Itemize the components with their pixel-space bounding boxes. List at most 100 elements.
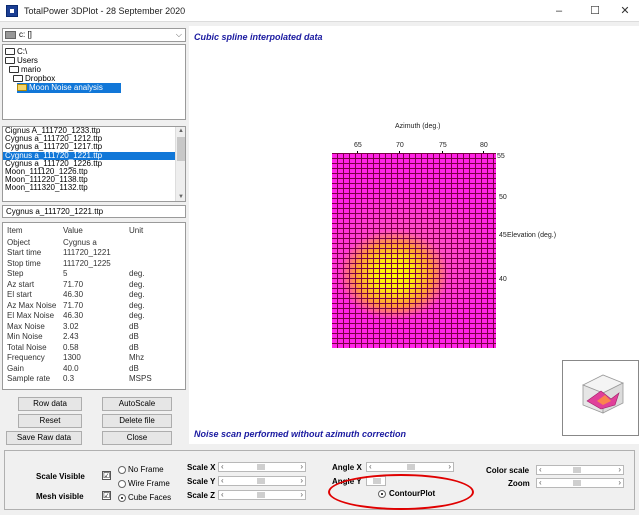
slider-left-icon[interactable]: ‹ <box>539 478 542 487</box>
cell-item: Step <box>7 269 24 278</box>
mesh-visible-label: Mesh visible <box>36 492 84 501</box>
drive-select[interactable]: c: [] ⌵ <box>2 28 186 42</box>
delete-file-button[interactable]: Delete file <box>102 414 172 428</box>
heatmap-surface[interactable] <box>332 153 496 348</box>
scrollbar-thumb[interactable] <box>177 137 185 161</box>
wire-frame-radio[interactable] <box>118 480 126 488</box>
slider-right-icon[interactable]: › <box>448 462 451 471</box>
close-window-button[interactable]: ✕ <box>614 3 636 19</box>
slider-left-icon[interactable]: ‹ <box>221 462 224 471</box>
slider-thumb[interactable] <box>257 478 265 484</box>
cell-unit: MSPS <box>129 374 152 383</box>
wire-frame-label: Wire Frame <box>128 479 170 488</box>
reset-button[interactable]: Reset <box>18 414 82 428</box>
x-tick-label: 80 <box>480 142 488 149</box>
cell-item: Sample rate <box>7 374 51 383</box>
directory-label: Users <box>17 56 38 65</box>
cell-item: Start time <box>7 248 42 257</box>
no-frame-radio[interactable] <box>118 466 126 474</box>
angle-x-label: Angle X <box>332 463 362 472</box>
cell-item: El Max Noise <box>7 311 55 320</box>
cell-value: 46.30 <box>63 311 84 320</box>
slider-thumb[interactable] <box>407 464 415 470</box>
plot-note: Noise scan performed without azimuth cor… <box>194 429 407 439</box>
save-raw-data-button[interactable]: Save Raw data <box>6 431 82 445</box>
slider-right-icon[interactable]: › <box>618 465 621 474</box>
x-tick-label: 70 <box>396 142 404 149</box>
scale-x-label: Scale X <box>187 463 216 472</box>
cell-value: 71.70 <box>63 300 84 310</box>
cell-value: 111720_1225 <box>63 258 111 268</box>
color-scale-slider[interactable]: ‹ › <box>536 465 624 475</box>
minimize-button[interactable]: – <box>548 3 570 19</box>
scale-z-slider[interactable]: ‹ › <box>218 490 306 500</box>
cell-item: Max Noise <box>7 321 45 331</box>
y-axis-title: Elevation (deg.) <box>507 232 557 239</box>
cell-unit: deg. <box>129 269 145 278</box>
slider-right-icon[interactable]: › <box>300 490 303 499</box>
slider-thumb[interactable] <box>573 480 581 486</box>
plot-title: Cubic spline interpolated data <box>194 32 323 42</box>
slider-thumb[interactable] <box>257 492 265 498</box>
cell-unit: dB <box>129 332 139 341</box>
directory-item-selected[interactable]: Moon Noise analysis <box>17 83 121 93</box>
window-title: TotalPower 3DPlot - 28 September 2020 <box>24 6 186 16</box>
mesh-visible-checkbox[interactable]: ☑ <box>102 491 111 500</box>
slider-right-icon[interactable]: › <box>300 462 303 471</box>
header-unit: Unit <box>129 226 144 235</box>
cell-unit: dB <box>129 342 139 352</box>
drive-icon <box>5 31 16 39</box>
y-tick-label: 40 <box>499 276 507 283</box>
header-item: Item <box>7 226 23 235</box>
cell-unit: deg. <box>129 290 145 299</box>
zoom-slider[interactable]: ‹ › <box>536 478 624 488</box>
slider-left-icon[interactable]: ‹ <box>221 476 224 485</box>
angle-x-slider[interactable]: ‹ › <box>366 462 454 472</box>
scale-x-slider[interactable]: ‹ › <box>218 462 306 472</box>
file-item[interactable]: Moon_111320_1132.ttp <box>3 184 175 192</box>
scroll-down-icon[interactable]: ▼ <box>178 194 184 200</box>
cube-preview[interactable] <box>562 360 639 436</box>
maximize-button[interactable]: ☐ <box>584 3 606 19</box>
cube-faces-radio[interactable] <box>118 494 126 502</box>
slider-left-icon[interactable]: ‹ <box>221 490 224 499</box>
selected-file-field[interactable]: Cygnus a_111720_1221.ttp <box>2 205 186 218</box>
y-tick-label: 50 <box>499 194 507 201</box>
close-button[interactable]: Close <box>102 431 172 445</box>
cell-value: 2.43 <box>63 332 79 341</box>
cell-value: 5 <box>63 269 68 278</box>
cell-value: 0.58 <box>63 342 79 352</box>
scale-y-slider[interactable]: ‹ › <box>218 476 306 486</box>
slider-right-icon[interactable]: › <box>618 478 621 487</box>
file-list-scrollbar[interactable]: ▲ ▼ <box>175 127 185 201</box>
folder-open-icon <box>9 66 19 73</box>
chevron-down-icon: ⌵ <box>175 30 182 39</box>
directory-list[interactable]: C:\ Users mario Dropbox Moon Noise analy… <box>2 44 186 120</box>
cell-unit: deg. <box>129 300 145 310</box>
scale-y-label: Scale Y <box>187 477 216 486</box>
folder-open-icon <box>5 48 15 55</box>
folder-icon <box>17 84 27 91</box>
slider-left-icon[interactable]: ‹ <box>369 462 372 471</box>
scale-visible-checkbox[interactable]: ☑ <box>102 471 111 480</box>
cube-icon <box>582 374 624 414</box>
scroll-up-icon[interactable]: ▲ <box>178 128 184 134</box>
file-list[interactable]: Cignus A_111720_1233.ttp Cygnus a_111720… <box>2 126 186 202</box>
directory-label: C:\ <box>17 47 28 56</box>
cell-value: 71.70 <box>63 279 84 289</box>
zoom-label: Zoom <box>508 479 530 488</box>
folder-open-icon <box>5 57 15 64</box>
directory-label: Dropbox <box>25 74 56 83</box>
slider-thumb[interactable] <box>573 467 581 473</box>
cell-value: 46.30 <box>63 290 84 299</box>
slider-thumb[interactable] <box>257 464 265 470</box>
cell-unit: deg. <box>129 279 145 289</box>
cell-value: 1300 <box>63 353 81 362</box>
row-data-button[interactable]: Row data <box>18 397 82 411</box>
cell-value: 0.3 <box>63 374 75 383</box>
cell-item: Frequency <box>7 353 45 362</box>
slider-right-icon[interactable]: › <box>300 476 303 485</box>
autoscale-button[interactable]: AutoScale <box>102 397 172 411</box>
slider-left-icon[interactable]: ‹ <box>539 465 542 474</box>
title-bar: TotalPower 3DPlot - 28 September 2020 – … <box>0 0 639 22</box>
